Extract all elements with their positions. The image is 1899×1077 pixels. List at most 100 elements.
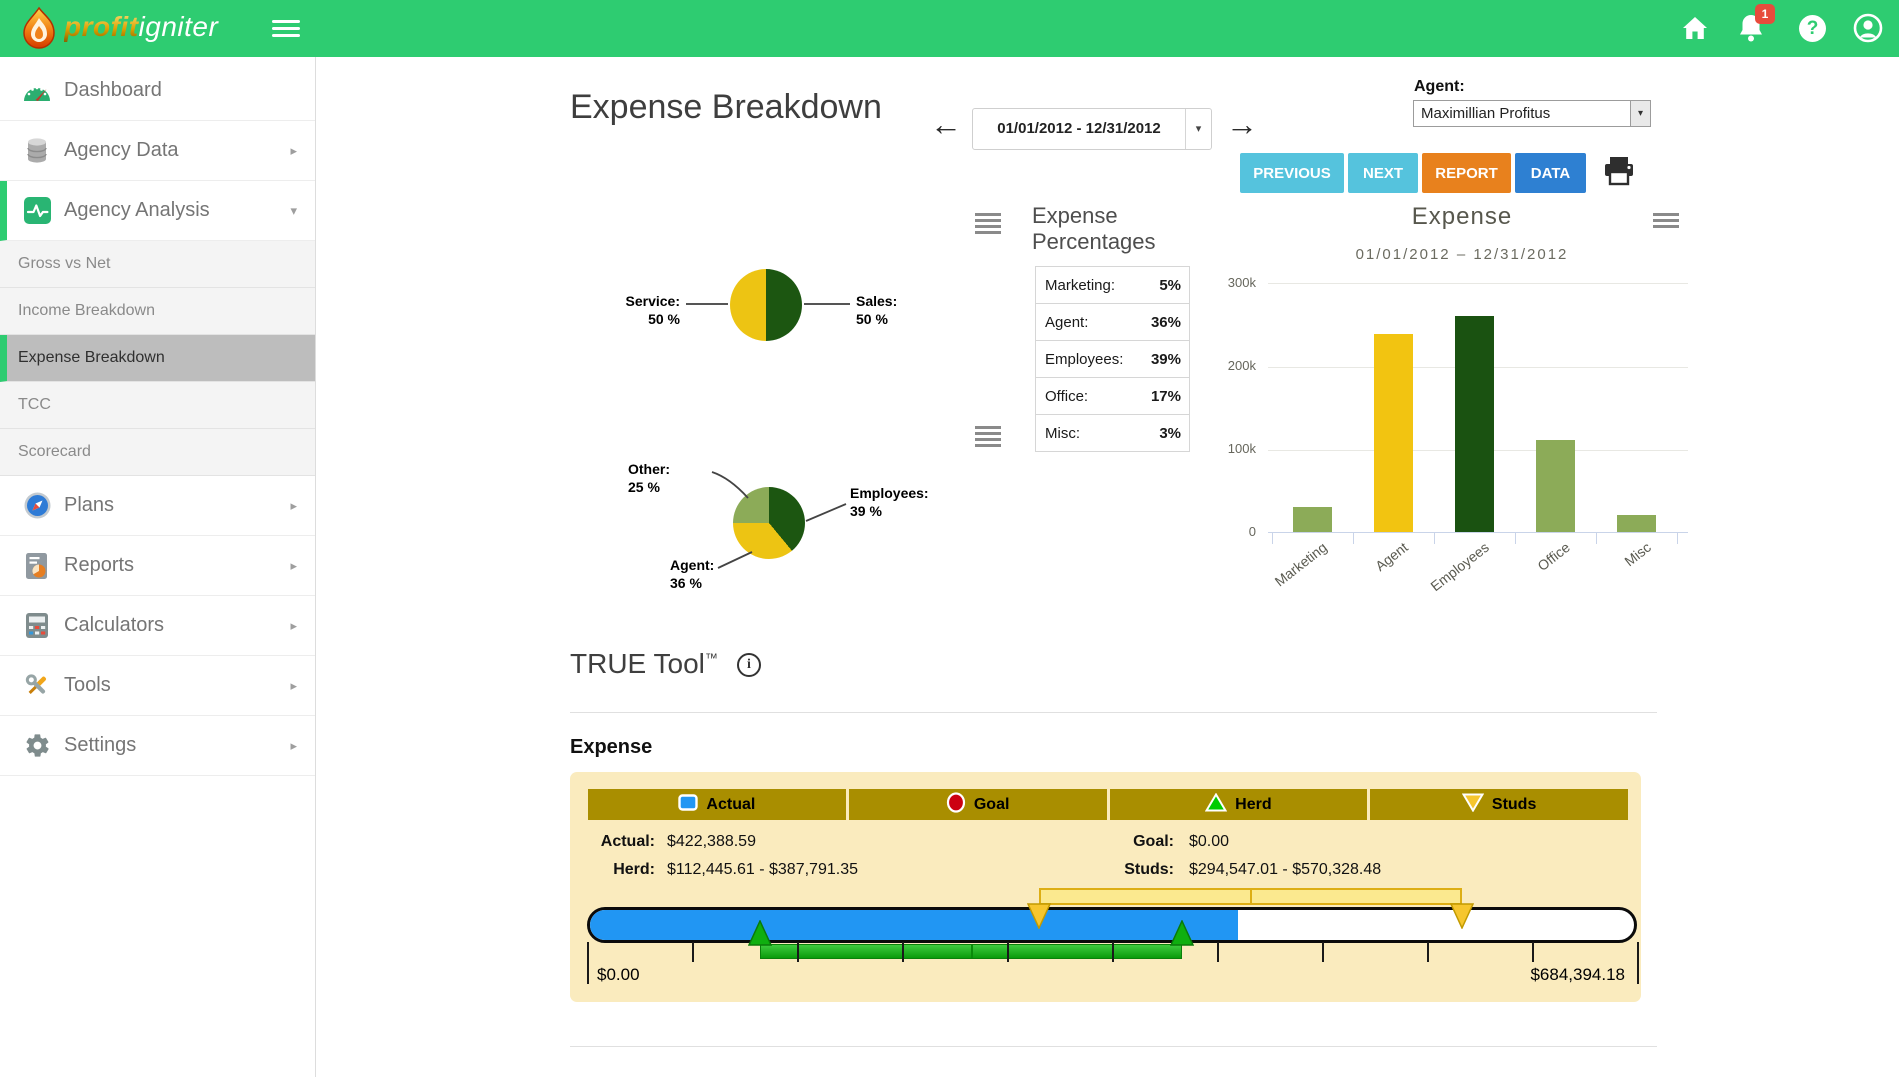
studs-high-marker-icon[interactable] xyxy=(1450,903,1474,934)
sidebar-label: Settings xyxy=(64,734,136,757)
expense-percentages-title: Expense Percentages xyxy=(1032,203,1212,255)
trademark-symbol: ™ xyxy=(705,651,718,666)
legend-cell-actual[interactable]: Actual xyxy=(588,789,846,820)
pie-chart2-menu-icon[interactable] xyxy=(975,426,1001,450)
previous-period-arrow-icon[interactable]: ← xyxy=(930,106,962,143)
sidebar-subitem-scorecard[interactable]: Scorecard xyxy=(0,429,315,476)
chevron-down-icon: ▾ xyxy=(290,203,297,219)
y-axis-tick-label: 200k xyxy=(1212,358,1256,373)
gold-triangle-down-icon xyxy=(1462,793,1484,817)
herd-range-bracket[interactable] xyxy=(760,944,1182,959)
legend-cell-herd[interactable]: Herd xyxy=(1110,789,1368,820)
bar-chart-menu-icon[interactable] xyxy=(1653,213,1679,231)
sidebar-subitem-income-breakdown[interactable]: Income Breakdown xyxy=(0,288,315,335)
actual-progress-fill xyxy=(590,910,1238,940)
herd-label: Herd: xyxy=(570,861,655,879)
sidebar-item-calculators[interactable]: Calculators ▸ xyxy=(0,596,315,656)
true-tool-heading: TRUE Tool™ xyxy=(570,648,718,680)
home-icon[interactable] xyxy=(1682,16,1708,46)
date-range-picker[interactable]: 01/01/2012 - 12/31/2012 ▾ xyxy=(972,108,1212,150)
menu-burger-icon[interactable] xyxy=(272,20,300,37)
bottom-divider xyxy=(570,1046,1657,1047)
sidebar-item-dashboard[interactable]: Dashboard xyxy=(0,61,315,121)
callout-label: Sales: xyxy=(856,292,940,310)
gauge-max-label: $684,394.18 xyxy=(1530,965,1625,985)
sidebar-item-agency-data[interactable]: Agency Data ▸ xyxy=(0,121,315,181)
bar-misc[interactable] xyxy=(1617,515,1656,532)
bar-x-label: Employees xyxy=(1400,539,1492,616)
next-period-arrow-icon[interactable]: → xyxy=(1226,106,1258,143)
subitem-label: Expense Breakdown xyxy=(18,349,165,367)
callout-label: Service: xyxy=(596,292,680,310)
expense-gauge-bar[interactable] xyxy=(587,907,1637,943)
callout-value: 50 % xyxy=(856,310,940,328)
sidebar-item-agency-analysis[interactable]: Agency Analysis ▾ xyxy=(0,181,315,241)
row-value: 17% xyxy=(1151,388,1189,405)
sales-service-pie-chart[interactable] xyxy=(730,269,802,341)
true-tool-panel: ActualGoalHerdStuds Actual: $422,388.59 … xyxy=(570,772,1641,1002)
help-icon[interactable]: ? xyxy=(1799,15,1826,42)
goal-label: Goal: xyxy=(1040,833,1174,851)
report-button[interactable]: REPORT xyxy=(1422,153,1511,193)
calculator-icon xyxy=(22,612,52,639)
row-value: 36% xyxy=(1151,314,1189,331)
agent-select[interactable]: Maximillian Profitus ▾ xyxy=(1413,100,1651,127)
studs-value: $294,547.01 - $570,328.48 xyxy=(1189,861,1381,879)
gauge-scale-tick xyxy=(902,942,904,962)
date-range-value: 01/01/2012 - 12/31/2012 xyxy=(973,109,1185,149)
compass-icon xyxy=(22,492,52,519)
gauge-scale-tick xyxy=(587,942,589,984)
page-title: Expense Breakdown xyxy=(570,88,882,127)
previous-button[interactable]: PREVIOUS xyxy=(1240,153,1344,193)
actual-label: Actual: xyxy=(570,833,655,851)
sidebar-label: Tools xyxy=(64,674,111,697)
legend-cell-studs[interactable]: Studs xyxy=(1370,789,1628,820)
red-circle-icon xyxy=(946,792,966,818)
subitem-label: Scorecard xyxy=(18,443,91,461)
info-icon[interactable]: i xyxy=(737,653,761,677)
herd-low-marker-icon[interactable] xyxy=(748,920,772,951)
sidebar-item-plans[interactable]: Plans ▸ xyxy=(0,476,315,536)
notification-badge[interactable]: 1 xyxy=(1755,4,1775,24)
bar-x-label: Office xyxy=(1481,539,1573,616)
next-button[interactable]: NEXT xyxy=(1348,153,1418,193)
sidebar-label: Plans xyxy=(64,494,114,517)
sidebar-subitem-tcc[interactable]: TCC xyxy=(0,382,315,429)
bar-office[interactable] xyxy=(1536,440,1575,532)
gauge-min-label: $0.00 xyxy=(597,965,640,985)
gauge-scale-tick xyxy=(1007,942,1009,962)
pie-chart-menu-icon[interactable] xyxy=(975,213,1001,237)
true-tool-title: TRUE Tool xyxy=(570,648,705,679)
bar-marketing[interactable] xyxy=(1293,507,1332,532)
data-button[interactable]: DATA xyxy=(1515,153,1586,193)
legend-cell-goal[interactable]: Goal xyxy=(849,789,1107,820)
blue-square-icon xyxy=(678,794,698,816)
row-label: Misc: xyxy=(1036,425,1159,442)
herd-high-marker-icon[interactable] xyxy=(1170,920,1194,951)
legend-label: Actual xyxy=(706,796,755,814)
gauge-scale-tick xyxy=(1427,942,1429,962)
sidebar-item-settings[interactable]: Settings ▸ xyxy=(0,716,315,776)
sidebar-subitem-expense-breakdown[interactable]: Expense Breakdown xyxy=(0,335,315,382)
bar-employees[interactable] xyxy=(1455,316,1494,532)
y-axis-tick-label: 300k xyxy=(1212,275,1256,290)
row-label: Marketing: xyxy=(1036,277,1159,294)
account-icon[interactable] xyxy=(1853,13,1883,48)
gauge-scale-tick xyxy=(797,942,799,962)
studs-low-marker-icon[interactable] xyxy=(1027,903,1051,934)
bar-x-label: Misc xyxy=(1562,539,1654,616)
bar-agent[interactable] xyxy=(1374,334,1413,532)
caret-down-icon[interactable]: ▾ xyxy=(1185,109,1211,149)
sidebar-subitem-gross-vs-net[interactable]: Gross vs Net xyxy=(0,241,315,288)
percent-table-row: Office:17% xyxy=(1036,378,1189,415)
sidebar-item-reports[interactable]: Reports ▸ xyxy=(0,536,315,596)
studs-mid-divider xyxy=(1250,890,1252,903)
info-glyph: i xyxy=(747,657,751,672)
select-arrow-icon[interactable]: ▾ xyxy=(1630,101,1650,126)
x-axis-line xyxy=(1268,532,1688,533)
studs-range-bracket[interactable] xyxy=(1039,888,1462,905)
sidebar-item-tools[interactable]: Tools ▸ xyxy=(0,656,315,716)
legend-label: Goal xyxy=(974,796,1010,814)
print-icon[interactable] xyxy=(1603,156,1635,191)
gauge-scale-tick xyxy=(1217,942,1219,962)
